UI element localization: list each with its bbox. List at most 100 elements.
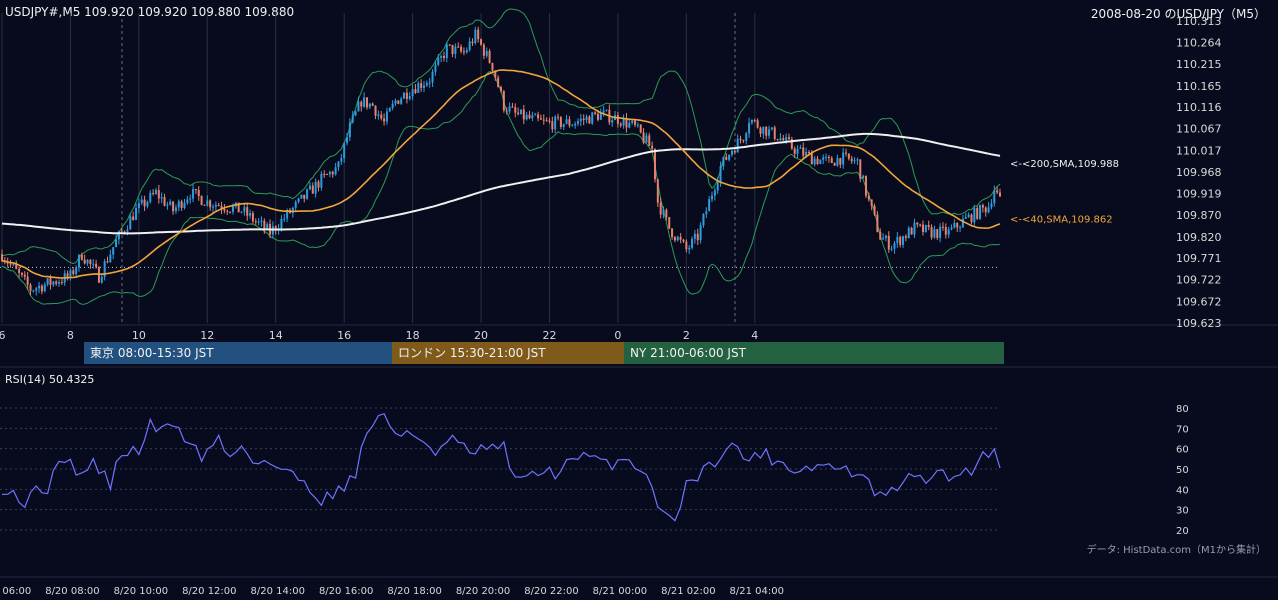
candle-body xyxy=(249,213,252,216)
candle-body xyxy=(534,114,537,116)
y-tick-label: 109.820 xyxy=(1176,231,1222,244)
candle-body xyxy=(913,222,916,235)
candle-body xyxy=(842,152,845,165)
price-grid xyxy=(0,13,1278,578)
candle-body xyxy=(229,211,232,213)
candle-body xyxy=(574,123,577,126)
candle-body xyxy=(805,151,808,156)
candle-body xyxy=(873,205,876,215)
candle-body xyxy=(773,127,776,140)
candle-body xyxy=(163,197,166,206)
candle-body xyxy=(58,282,61,284)
candle-body xyxy=(403,92,406,99)
candle-body xyxy=(999,192,1001,197)
candle-body xyxy=(231,206,234,212)
x-tick-label: 8 xyxy=(67,329,74,342)
candle-body xyxy=(485,50,488,56)
x-tick-label: 12 xyxy=(200,329,214,342)
candle-body xyxy=(748,122,751,134)
candle-body xyxy=(328,171,331,175)
candle-body xyxy=(263,220,266,229)
candle-body xyxy=(460,46,463,52)
candle-body xyxy=(742,140,745,142)
candle-body xyxy=(434,64,437,72)
candle-body xyxy=(910,227,913,235)
candle-body xyxy=(716,181,719,191)
candle-body xyxy=(363,97,366,107)
candle-body xyxy=(1,254,3,261)
candle-body xyxy=(648,135,651,146)
candle-body xyxy=(571,125,574,127)
price-axis: 110.313 110.264 110.215 110.165 110.116 110.0… xyxy=(1176,15,1222,330)
candle-body xyxy=(314,181,317,194)
candle-body xyxy=(565,119,568,124)
candle-body xyxy=(505,110,508,112)
candle-body xyxy=(440,56,443,58)
candle-body xyxy=(95,263,98,268)
candle-body xyxy=(673,237,676,241)
rsi-x-tick-label: 8/20 08:00 xyxy=(45,586,99,597)
candle-body xyxy=(730,150,733,155)
candle-body xyxy=(72,270,75,274)
candle-body xyxy=(825,156,828,158)
candle-body xyxy=(317,181,320,188)
candle-body xyxy=(80,254,83,260)
candle-body xyxy=(437,57,440,65)
session-newyork: NY 21:00-06:00 JST xyxy=(624,342,1004,364)
candle-body xyxy=(75,267,78,274)
candle-body xyxy=(465,50,468,53)
candle-body xyxy=(397,100,400,104)
rsi-x-tick-label: 8/20 22:00 xyxy=(524,586,578,597)
candle-body xyxy=(870,199,873,206)
candle-body xyxy=(916,222,919,225)
candle-body xyxy=(303,194,306,199)
candle-body xyxy=(365,97,368,108)
candle-body xyxy=(807,151,810,154)
candle-body xyxy=(853,160,856,162)
candle-body xyxy=(166,204,169,206)
candle-body xyxy=(311,185,314,194)
rsi-x-tick-label: 8/20 12:00 xyxy=(182,586,236,597)
candle-body xyxy=(306,189,309,199)
candle-body xyxy=(862,175,865,179)
candle-body xyxy=(146,201,149,207)
candle-body xyxy=(902,236,905,245)
candle-body xyxy=(839,158,842,165)
candle-body xyxy=(950,227,953,230)
rsi-x-tick-label: 8/20 16:00 xyxy=(319,586,373,597)
candle-body xyxy=(83,259,86,264)
candle-body xyxy=(847,153,850,159)
candle-body xyxy=(745,133,748,141)
candle-body xyxy=(776,139,779,141)
candle-body xyxy=(770,127,773,130)
candle-body xyxy=(49,278,52,285)
candle-body xyxy=(961,218,964,228)
candle-body xyxy=(676,236,679,241)
bollinger-upper xyxy=(1,8,1001,265)
candle-body xyxy=(177,201,180,208)
sma200-line xyxy=(1,132,1001,235)
candle-body xyxy=(582,118,585,120)
candle-body xyxy=(223,208,226,211)
candle-body xyxy=(768,129,771,136)
candle-body xyxy=(984,207,987,213)
candle-body xyxy=(799,147,802,149)
candle-body xyxy=(206,200,209,206)
candle-body xyxy=(38,285,41,289)
candle-body xyxy=(331,171,334,175)
candle-body xyxy=(86,259,89,264)
candle-body xyxy=(668,216,671,229)
rsi-y-tick-label: 50 xyxy=(1176,465,1189,476)
candle-body xyxy=(502,91,505,111)
candle-body xyxy=(357,101,360,112)
candle-body xyxy=(106,261,109,263)
candle-body xyxy=(976,207,979,219)
x-tick-label: 6 xyxy=(0,329,6,342)
candle-body xyxy=(793,148,796,154)
candle-body xyxy=(539,118,542,120)
candle-body xyxy=(899,236,902,245)
candle-body xyxy=(636,124,639,126)
candle-body xyxy=(970,214,973,223)
candle-body xyxy=(152,192,155,194)
candle-body xyxy=(856,159,859,161)
